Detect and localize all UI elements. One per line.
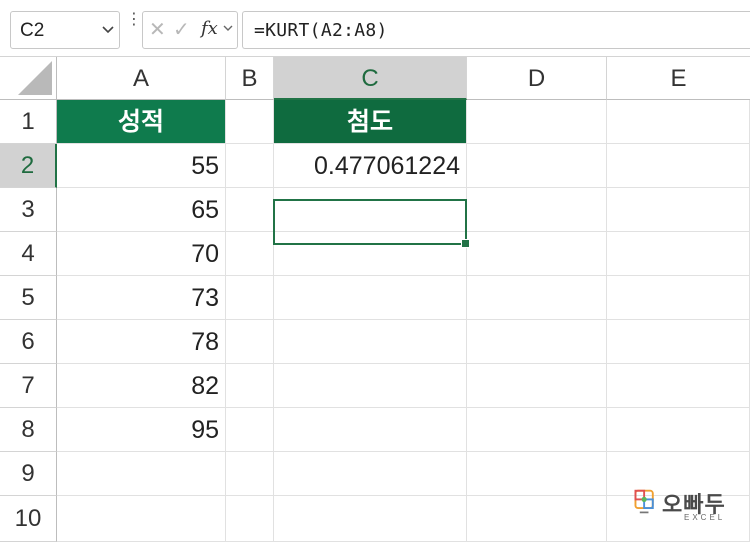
logo-sub: EXCEL	[684, 513, 726, 522]
cell-b3[interactable]	[226, 188, 274, 232]
cancel-icon[interactable]: ✕	[149, 17, 166, 42]
cell-d5[interactable]	[467, 276, 607, 320]
row-header-10[interactable]: 10	[0, 496, 57, 542]
cell-d10[interactable]	[467, 496, 607, 542]
cell-d6[interactable]	[467, 320, 607, 364]
cell-c6[interactable]	[274, 320, 467, 364]
cell-d3[interactable]	[467, 188, 607, 232]
row-header-3[interactable]: 3	[0, 188, 57, 232]
cell-c5[interactable]	[274, 276, 467, 320]
enter-icon[interactable]: ✓	[173, 17, 190, 42]
cell-a8[interactable]: 95	[57, 408, 226, 452]
select-all-button[interactable]	[0, 57, 57, 100]
cell-b1[interactable]	[226, 100, 274, 144]
formula-buttons: ✕ ✓ fx	[142, 11, 238, 49]
cell-b5[interactable]	[226, 276, 274, 320]
cell-b2[interactable]	[226, 144, 274, 188]
cell-e1[interactable]	[607, 100, 750, 144]
cell-b9[interactable]	[226, 452, 274, 496]
cell-d7[interactable]	[467, 364, 607, 408]
column-header-c[interactable]: C	[274, 57, 467, 100]
cell-c1[interactable]: 첨도	[274, 100, 467, 144]
cell-c8[interactable]	[274, 408, 467, 452]
cell-d2[interactable]	[467, 144, 607, 188]
cell-b10[interactable]	[226, 496, 274, 542]
fx-icon[interactable]: fx	[201, 18, 218, 39]
column-header-d[interactable]: D	[467, 57, 607, 100]
cell-a10[interactable]	[57, 496, 226, 542]
cell-e5[interactable]	[607, 276, 750, 320]
column-header-b[interactable]: B	[226, 57, 274, 100]
name-box[interactable]: C2	[10, 11, 120, 49]
cell-d4[interactable]	[467, 232, 607, 276]
cell-e2[interactable]	[607, 144, 750, 188]
cell-d1[interactable]	[467, 100, 607, 144]
cell-a5[interactable]: 73	[57, 276, 226, 320]
cell-a6[interactable]: 78	[57, 320, 226, 364]
column-header-e[interactable]: E	[607, 57, 750, 100]
logo-icon	[634, 489, 654, 514]
fill-handle[interactable]	[461, 239, 470, 248]
logo: 오빠두 EXCEL	[632, 487, 744, 525]
chevron-down-icon[interactable]	[223, 23, 233, 35]
cell-c9[interactable]	[274, 452, 467, 496]
row-header-7[interactable]: 7	[0, 364, 57, 408]
active-cell-border	[273, 199, 470, 248]
cell-e3[interactable]	[607, 188, 750, 232]
cell-b6[interactable]	[226, 320, 274, 364]
cell-b8[interactable]	[226, 408, 274, 452]
cell-b7[interactable]	[226, 364, 274, 408]
formula-bar: C2 ⋮ ✕ ✓ fx =KURT(A2:A8)	[0, 0, 750, 56]
cell-d9[interactable]	[467, 452, 607, 496]
row-header-4[interactable]: 4	[0, 232, 57, 276]
cell-e4[interactable]	[607, 232, 750, 276]
cell-a3[interactable]: 65	[57, 188, 226, 232]
more-options-icon[interactable]: ⋮	[126, 12, 142, 28]
cell-a4[interactable]: 70	[57, 232, 226, 276]
name-box-value: C2	[20, 20, 45, 41]
column-header-a[interactable]: A	[57, 57, 226, 100]
spreadsheet-grid: A B C D E 1 2 3 4 5 6 7 8 9 10 성적 첨도 55 0.4…	[0, 57, 750, 542]
chevron-down-icon[interactable]	[102, 23, 114, 38]
formula-input[interactable]: =KURT(A2:A8)	[242, 11, 750, 49]
cell-a1[interactable]: 성적	[57, 100, 226, 144]
row-header-9[interactable]: 9	[0, 452, 57, 496]
row-header-8[interactable]: 8	[0, 408, 57, 452]
cell-e6[interactable]	[607, 320, 750, 364]
row-header-5[interactable]: 5	[0, 276, 57, 320]
formula-text: =KURT(A2:A8)	[254, 20, 388, 41]
cell-a2[interactable]: 55	[57, 144, 226, 188]
cell-b4[interactable]	[226, 232, 274, 276]
cell-c10[interactable]	[274, 496, 467, 542]
cell-e8[interactable]	[607, 408, 750, 452]
row-header-1[interactable]: 1	[0, 100, 57, 144]
cell-e7[interactable]	[607, 364, 750, 408]
cell-c7[interactable]	[274, 364, 467, 408]
cell-d8[interactable]	[467, 408, 607, 452]
cell-c2[interactable]: 0.477061224	[274, 144, 467, 188]
row-header-2[interactable]: 2	[0, 144, 57, 188]
cell-a9[interactable]	[57, 452, 226, 496]
row-header-6[interactable]: 6	[0, 320, 57, 364]
cell-a7[interactable]: 82	[57, 364, 226, 408]
